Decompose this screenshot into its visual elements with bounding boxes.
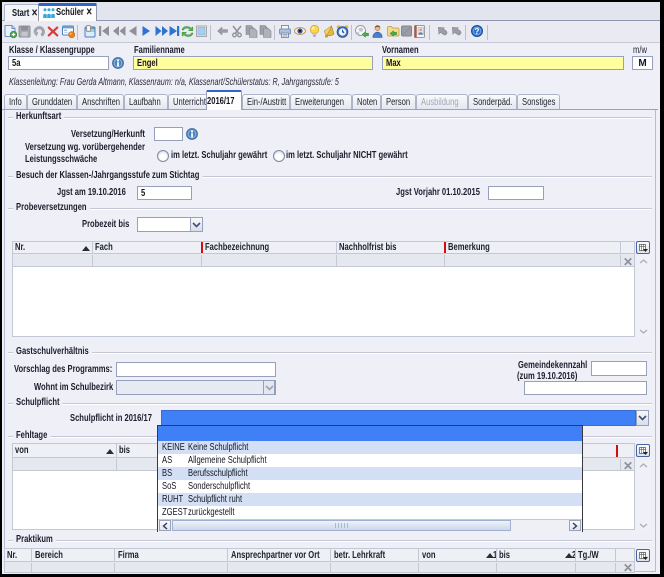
svg-text:?: ?: [475, 27, 480, 36]
